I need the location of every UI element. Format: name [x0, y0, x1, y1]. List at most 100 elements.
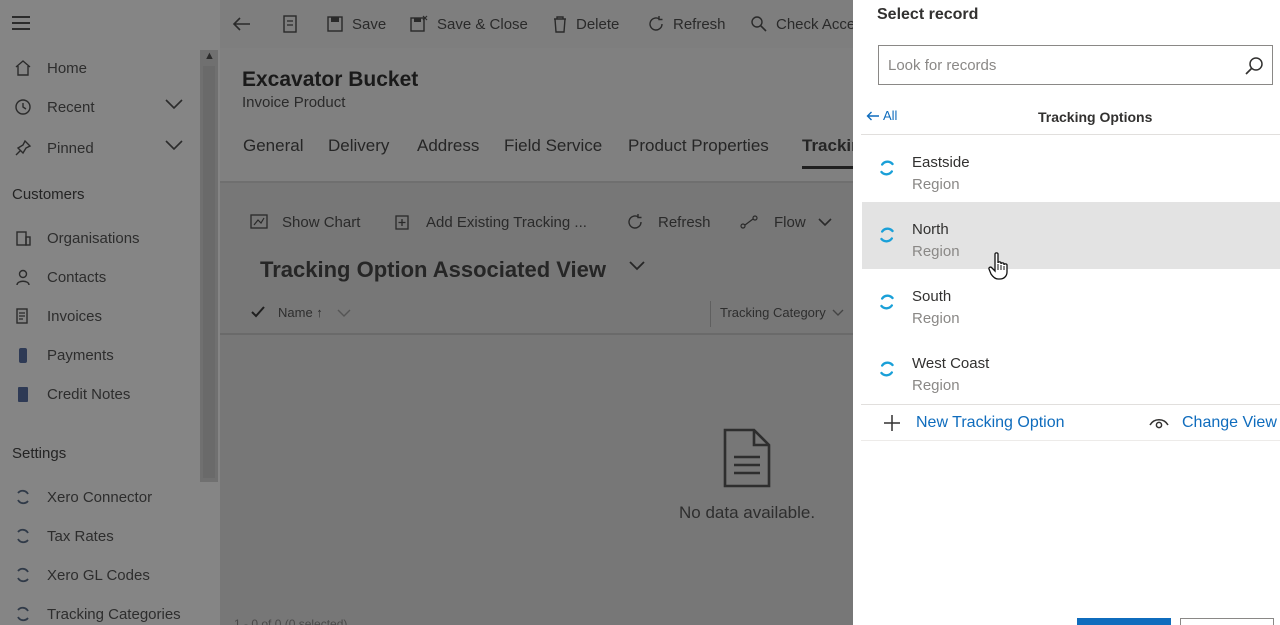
refresh-label: Refresh — [673, 15, 726, 33]
search-input[interactable] — [879, 46, 1219, 84]
lookup-panel: Select record All Tracking Options Easts… — [853, 0, 1280, 625]
empty-state-text: No data available. — [679, 503, 816, 522]
record-item-north[interactable]: North Region — [862, 202, 1280, 269]
sidebar-item-tracking-categories[interactable]: Tracking Categories — [12, 602, 181, 625]
check-access-label: Check Acce — [776, 15, 856, 33]
hamburger-menu-icon[interactable] — [12, 16, 30, 30]
add-existing-tracking-button[interactable]: Add Existing Tracking ... — [394, 211, 587, 233]
sidebar-item-label: Organisations — [47, 229, 140, 247]
empty-document-icon — [722, 427, 772, 494]
credit-note-icon — [12, 384, 34, 404]
tab-field-service[interactable]: Field Service — [504, 136, 602, 156]
record-secondary: Region — [912, 176, 960, 193]
scrollbar-thumb[interactable] — [203, 66, 215, 478]
sidebar-item-organisations[interactable]: Organisations — [12, 226, 140, 250]
check-access-button[interactable]: Check Acce — [750, 13, 855, 35]
record-item-west-coast[interactable]: West Coast Region — [862, 336, 1280, 403]
tracking-option-icon — [878, 226, 896, 249]
command-bar: Save Save & Close Delete Refresh Check A… — [220, 0, 860, 48]
save-close-button[interactable]: Save & Close — [409, 13, 528, 35]
sidebar-item-pinned[interactable]: Pinned — [12, 136, 192, 160]
chevron-down-icon — [832, 309, 844, 316]
show-chart-button[interactable]: Show Chart — [250, 211, 360, 233]
tab-tracking[interactable]: Trackin — [802, 136, 854, 156]
save-button[interactable]: Save — [326, 13, 386, 35]
delete-icon — [554, 16, 566, 33]
cancel-button[interactable] — [1180, 618, 1274, 625]
column-header-name[interactable]: Name ↑ — [278, 305, 351, 320]
record-count-footer: 1 - 0 of 0 (0 selected) — [234, 617, 348, 625]
form-selector-button[interactable] — [282, 13, 306, 35]
payment-icon — [12, 345, 34, 365]
change-view-button[interactable]: Change View — [1149, 414, 1277, 432]
chevron-down-icon[interactable] — [164, 97, 184, 114]
subgrid-refresh-button[interactable]: Refresh — [626, 211, 711, 233]
back-button[interactable] — [232, 13, 260, 35]
sidebar-item-label: Credit Notes — [47, 385, 131, 403]
column-header-tracking-category[interactable]: Tracking Category — [720, 305, 844, 320]
person-icon — [12, 267, 34, 287]
tracking-subgrid: Show Chart Add Existing Tracking ... Ref… — [220, 183, 860, 625]
save-close-icon — [410, 15, 428, 32]
sidebar-item-payments[interactable]: Payments — [12, 343, 114, 367]
back-to-all-link[interactable]: All — [866, 108, 897, 123]
view-selector-title[interactable]: Tracking Option Associated View — [260, 257, 606, 283]
add-button[interactable] — [1077, 618, 1171, 625]
sidebar-item-label: Xero Connector — [47, 488, 153, 506]
invoice-icon — [12, 306, 34, 326]
scroll-up-icon[interactable]: ▲ — [204, 50, 215, 62]
chart-icon — [250, 214, 268, 229]
clock-icon — [12, 97, 34, 117]
add-existing-icon — [395, 215, 409, 230]
column-separator — [710, 301, 711, 327]
tab-delivery[interactable]: Delivery — [328, 136, 389, 156]
delete-button[interactable]: Delete — [552, 13, 619, 35]
tab-general[interactable]: General — [243, 136, 303, 156]
search-icon[interactable] — [1244, 56, 1264, 81]
record-item-south[interactable]: South Region — [862, 269, 1280, 336]
sync-icon — [12, 604, 34, 624]
flow-button[interactable]: Flow — [740, 211, 832, 233]
refresh-button[interactable]: Refresh — [647, 13, 726, 35]
pin-icon — [12, 138, 34, 158]
sync-icon — [12, 487, 34, 507]
sidebar-item-contacts[interactable]: Contacts — [12, 265, 106, 289]
record-item-eastside[interactable]: Eastside Region — [862, 135, 1280, 202]
grid-header-divider — [220, 333, 860, 335]
chevron-down-icon — [818, 218, 832, 227]
sidebar-item-label: Tax Rates — [47, 527, 114, 545]
tab-product-properties[interactable]: Product Properties — [628, 136, 769, 156]
divider — [861, 440, 1280, 441]
hand-cursor-icon — [988, 252, 1010, 285]
select-all-checkbox[interactable] — [250, 305, 266, 319]
subgrid-refresh-label: Refresh — [658, 213, 711, 231]
record-name: West Coast — [912, 355, 990, 372]
sidebar-item-home[interactable]: Home — [12, 56, 87, 80]
show-chart-label: Show Chart — [282, 213, 361, 231]
back-arrow-icon — [866, 111, 879, 120]
sidebar-group-customers: Customers — [12, 186, 85, 203]
sidebar-item-xero-connector[interactable]: Xero Connector — [12, 485, 152, 509]
refresh-icon — [628, 214, 642, 229]
add-existing-label: Add Existing Tracking ... — [426, 213, 587, 231]
save-close-label: Save & Close — [437, 15, 528, 33]
sidebar-item-credit-notes[interactable]: Credit Notes — [12, 382, 130, 406]
sidebar-group-settings: Settings — [12, 445, 67, 462]
new-tracking-option-button[interactable]: New Tracking Option — [883, 414, 1065, 432]
sidebar-item-xero-gl-codes[interactable]: Xero GL Codes — [12, 563, 150, 587]
divider — [861, 404, 1280, 405]
sync-icon — [12, 526, 34, 546]
sidebar-item-recent[interactable]: Recent — [12, 95, 192, 119]
sidebar-item-tax-rates[interactable]: Tax Rates — [12, 524, 114, 548]
plus-icon — [884, 415, 900, 431]
sidebar-item-label: Recent — [47, 98, 95, 116]
sidebar-item-invoices[interactable]: Invoices — [12, 304, 102, 328]
tab-address[interactable]: Address — [417, 136, 479, 156]
sidebar-item-label: Xero GL Codes — [47, 566, 150, 584]
sidebar-item-label: Invoices — [47, 307, 103, 325]
chevron-down-icon[interactable] — [628, 259, 646, 278]
sidebar-scrollbar[interactable]: ▲ — [200, 50, 218, 482]
chevron-down-icon[interactable] — [164, 138, 184, 155]
results-heading: Tracking Options — [1038, 109, 1153, 125]
building-icon — [12, 228, 34, 248]
